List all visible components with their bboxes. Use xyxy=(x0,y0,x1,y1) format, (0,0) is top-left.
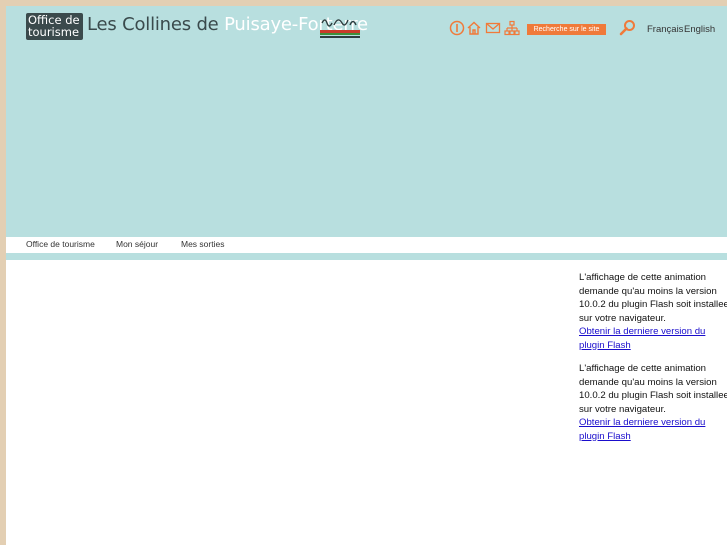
site-title-dark: Les Collines de xyxy=(87,14,219,35)
mail-icon[interactable] xyxy=(485,20,501,36)
flash-message: L'affichage de cette animation demande q… xyxy=(579,363,727,415)
search-button[interactable]: Recherche sur le site xyxy=(527,24,606,35)
page: Office de tourisme Les Collines de Puisa… xyxy=(6,6,727,545)
flash-notice: L'affichage de cette animation demande q… xyxy=(579,362,727,443)
brand-logo-icon xyxy=(320,19,360,38)
flash-download-link[interactable]: Obtenir la derniere version du plugin Fl… xyxy=(579,417,705,442)
language-english-link[interactable]: English xyxy=(684,24,715,35)
language-french-link[interactable]: Français xyxy=(647,24,683,35)
search-icon[interactable] xyxy=(619,19,637,37)
flash-download-link[interactable]: Obtenir la derniere version du plugin Fl… xyxy=(579,326,705,351)
logo-line-2: tourisme xyxy=(28,25,80,39)
main-nav: Office de tourisme Mon séjour Mes sortie… xyxy=(6,237,727,253)
office-logo[interactable]: Office de tourisme xyxy=(26,13,83,40)
home-icon[interactable] xyxy=(466,20,482,36)
nav-divider xyxy=(6,253,727,260)
header: Office de tourisme Les Collines de Puisa… xyxy=(6,6,727,237)
nav-mes-sorties[interactable]: Mes sorties xyxy=(181,239,224,249)
flash-notice: L'affichage de cette animation demande q… xyxy=(579,271,727,352)
nav-office-de-tourisme[interactable]: Office de tourisme xyxy=(26,239,95,249)
nav-mon-sejour[interactable]: Mon séjour xyxy=(116,239,158,249)
info-icon[interactable] xyxy=(449,20,465,36)
sitemap-icon[interactable] xyxy=(504,20,520,36)
flash-message: L'affichage de cette animation demande q… xyxy=(579,272,727,324)
